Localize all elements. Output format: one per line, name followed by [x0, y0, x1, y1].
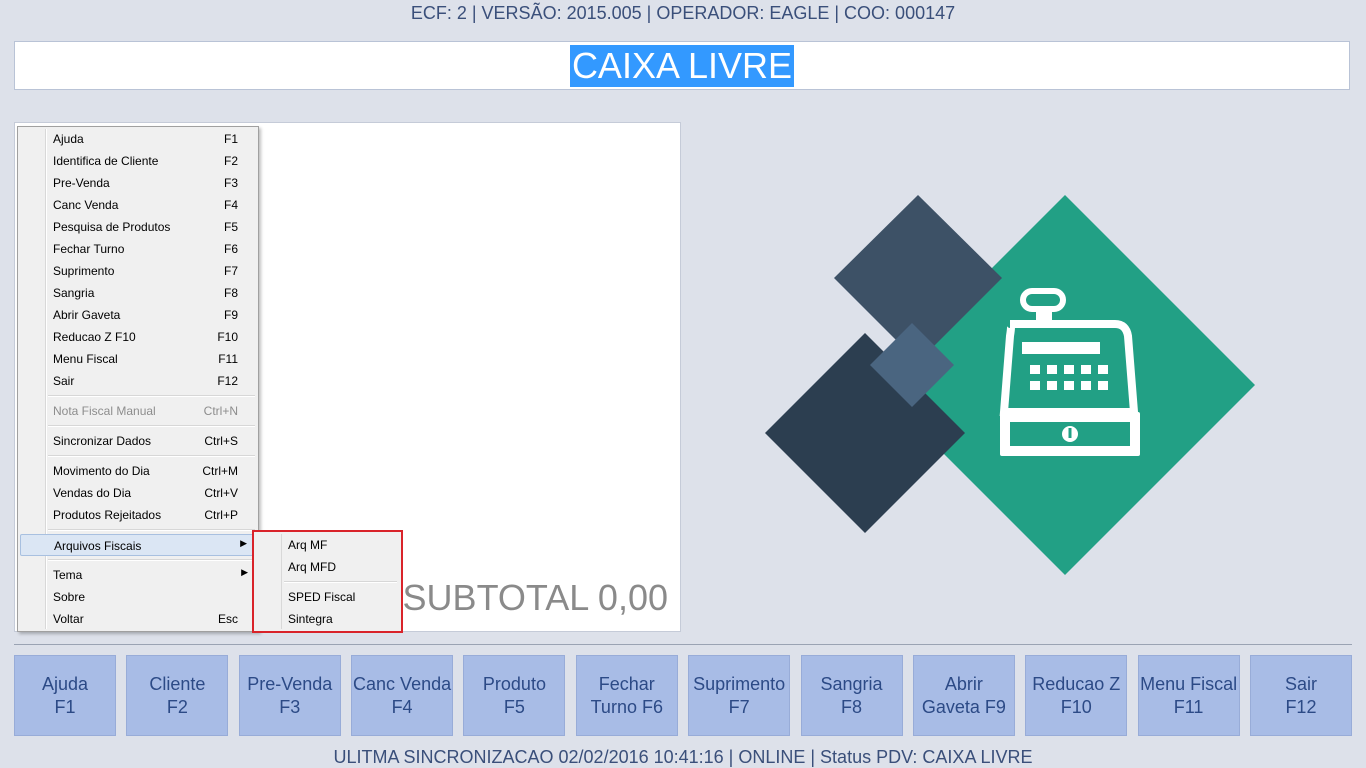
divider: [14, 644, 1352, 645]
menu-item-nota-fiscal-manual: Nota Fiscal Manual Ctrl+N: [53, 404, 238, 418]
menu-item-produtos-rejeitados[interactable]: Produtos Rejeitados Ctrl+P: [20, 504, 256, 526]
submenu-arrow-icon: ▶: [241, 567, 248, 577]
menu-item-sincronizar-dados[interactable]: Sincronizar Dados Ctrl+S: [20, 430, 256, 452]
fkey-suprimento-button[interactable]: Suprimento F7: [688, 655, 791, 736]
menu-item-suprimento[interactable]: Suprimento F7: [20, 260, 256, 282]
fkey-fechar-turno-button[interactable]: Fechar Turno F6: [575, 655, 678, 736]
fkey-canc-venda-button[interactable]: Canc Venda F4: [351, 655, 454, 736]
menu-separator: [48, 559, 255, 561]
menu-item-menu-fiscal[interactable]: Menu Fiscal F11: [20, 348, 256, 370]
menu-item-abrir-gaveta[interactable]: Abrir Gaveta F9: [20, 304, 256, 326]
menu-item-sair[interactable]: Sair F12: [20, 370, 256, 392]
cash-register-logo: [765, 195, 1255, 575]
function-key-bar: Ajuda F1 Cliente F2 Pre-Venda F3 Canc Venda…: [14, 655, 1352, 736]
menu-item-reducao-z[interactable]: Reducao Z F10 F10: [20, 326, 256, 348]
menu-item-pesquisa-produtos[interactable]: Pesquisa de Produtos F5: [20, 216, 256, 238]
menu-item-pre-venda[interactable]: Pre-Venda F3: [20, 172, 256, 194]
menu-item-tema[interactable]: Tema ▶: [20, 564, 256, 586]
fkey-menu-fiscal-button[interactable]: Menu Fiscal F11: [1137, 655, 1240, 736]
fkey-ajuda-button[interactable]: Ajuda F1: [14, 655, 116, 736]
menu-item-ajuda[interactable]: Ajuda F1: [20, 128, 256, 150]
header-info: ECF: 2 | VERSÃO: 2015.005 | OPERADOR: EA…: [410, 3, 956, 23]
fkey-abrir-gaveta-button[interactable]: Abrir Gaveta F9: [912, 655, 1015, 736]
menu-item-voltar[interactable]: Voltar Esc: [20, 608, 256, 630]
fkey-produto-button[interactable]: Produto F5: [463, 655, 566, 736]
footer-status: ULITMA SINCRONIZACAO 02/02/2016 10:41:16…: [333, 747, 1033, 767]
submenu-separator: [284, 581, 397, 583]
menu-separator: [48, 455, 255, 457]
fkey-reducao-z-button[interactable]: Reducao Z F10: [1025, 655, 1128, 736]
submenu-arrow-icon: ▶: [240, 538, 247, 548]
status-text: CAIXA LIVRE: [569, 44, 795, 87]
menu-item-sangria[interactable]: Sangria F8: [20, 282, 256, 304]
fkey-pre-venda-button[interactable]: Pre-Venda F3: [238, 655, 341, 736]
submenu-item-arq-mf[interactable]: Arq MF: [256, 534, 399, 556]
submenu-arquivos-fiscais: Arq MF Arq MFD SPED Fiscal Sintegra: [252, 530, 403, 633]
context-menu: Ajuda F1 Identifica de Cliente F2 Pre-Vend…: [17, 126, 259, 632]
menu-item-sobre[interactable]: Sobre: [20, 586, 256, 608]
menu-item-vendas-dia[interactable]: Vendas do Dia Ctrl+V: [20, 482, 256, 504]
fkey-sangria-button[interactable]: Sangria F8: [800, 655, 903, 736]
menu-item-arquivos-fiscais[interactable]: Arquivos Fiscais ▶: [20, 534, 256, 556]
subtotal: SUBTOTAL 0,00: [402, 577, 668, 618]
menu-separator: [48, 395, 255, 397]
menu-item-fechar-turno[interactable]: Fechar Turno F6: [20, 238, 256, 260]
fkey-sair-button[interactable]: Sair F12: [1249, 655, 1352, 736]
menu-separator: [48, 425, 255, 427]
menu-item-canc-venda[interactable]: Canc Venda F4: [20, 194, 256, 216]
submenu-item-arq-mfd[interactable]: Arq MFD: [256, 556, 399, 578]
submenu-item-sped-fiscal[interactable]: SPED Fiscal: [256, 586, 399, 608]
menu-item-movimento-dia[interactable]: Movimento do Dia Ctrl+M: [20, 460, 256, 482]
fkey-cliente-button[interactable]: Cliente F2: [126, 655, 229, 736]
status-bar: CAIXA LIVRE: [14, 41, 1350, 90]
menu-separator: [48, 529, 255, 531]
submenu-item-sintegra[interactable]: Sintegra: [256, 608, 399, 630]
menu-item-identifica-cliente[interactable]: Identifica de Cliente F2: [20, 150, 256, 172]
